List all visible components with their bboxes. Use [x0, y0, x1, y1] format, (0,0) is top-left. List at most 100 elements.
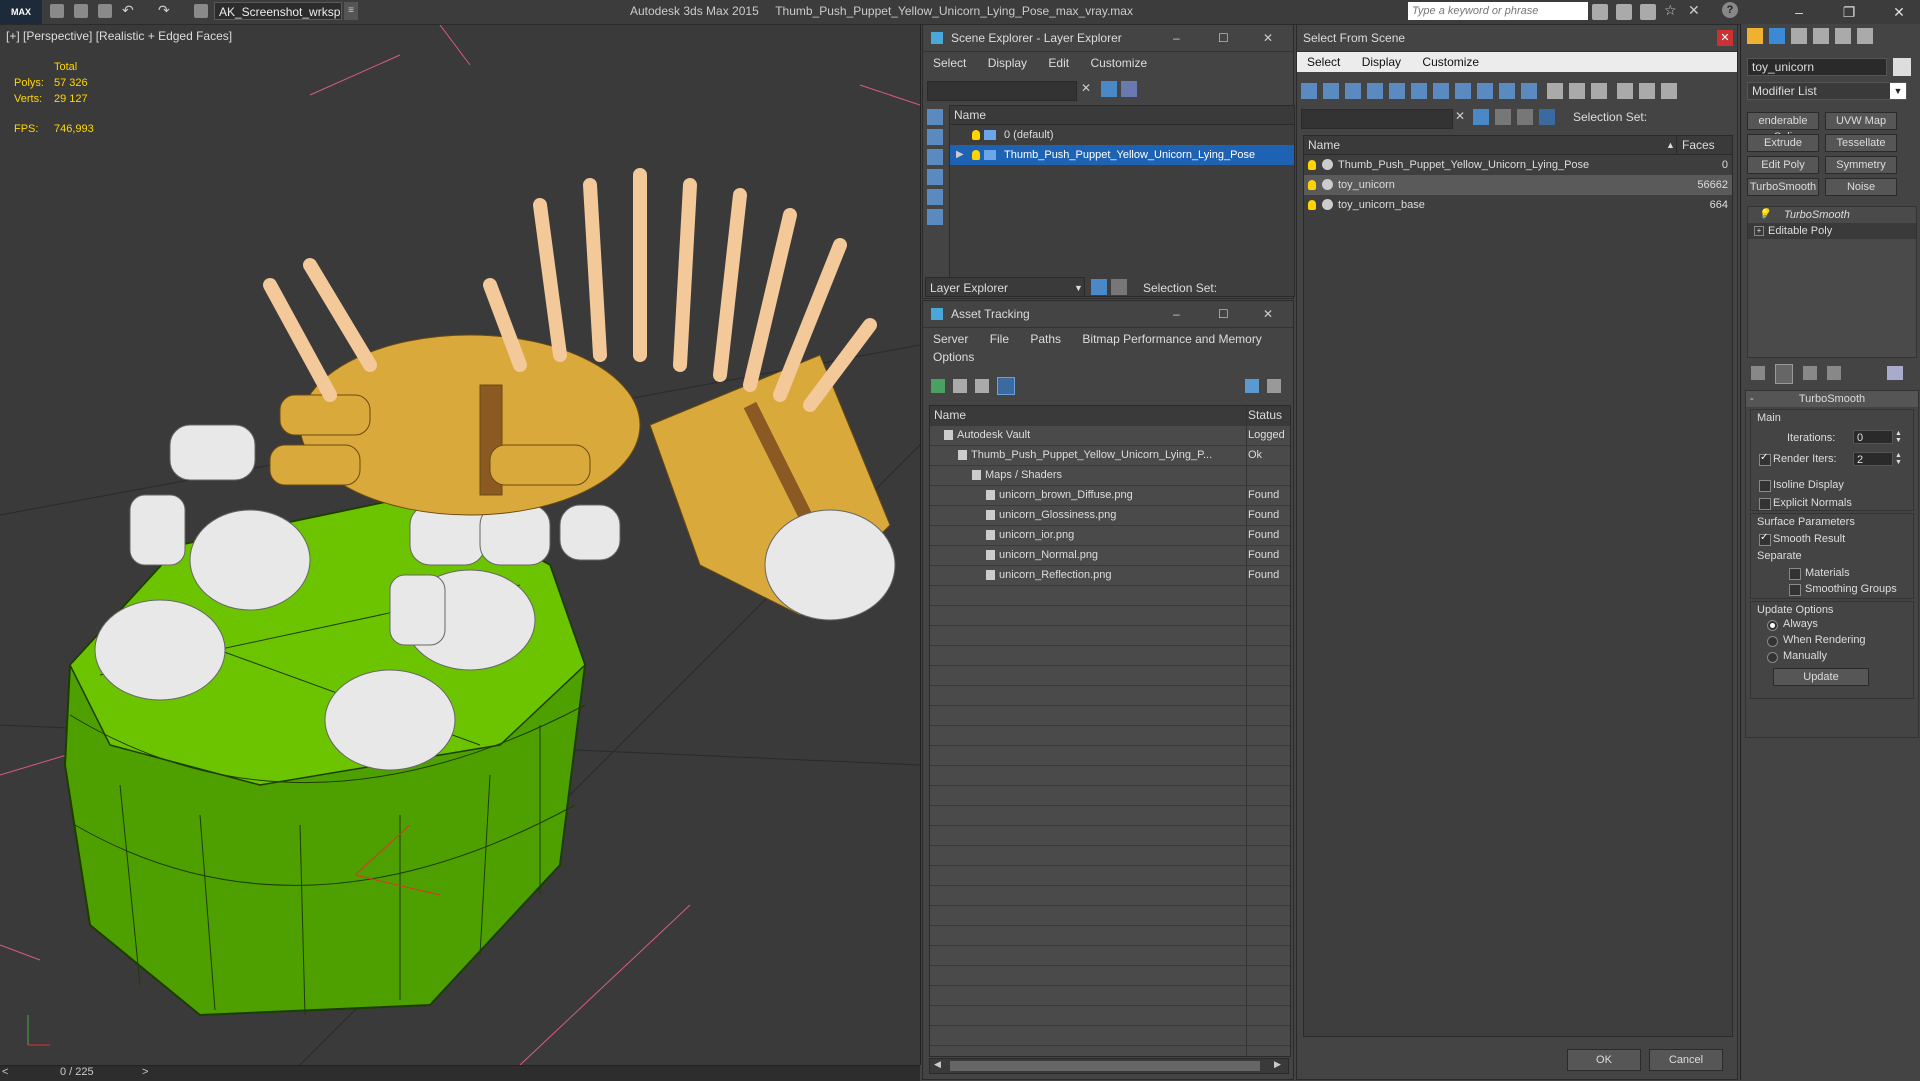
column-header-name[interactable]: Name — [950, 106, 1294, 125]
modifier-button[interactable]: TurboSmooth — [1747, 178, 1819, 196]
select-all-icon[interactable] — [1547, 83, 1563, 99]
visible-bulb-icon[interactable] — [1308, 160, 1316, 170]
spinner-arrows-icon[interactable]: ▲ ▼ — [1895, 452, 1902, 466]
display-xrefs-icon[interactable] — [1455, 83, 1471, 99]
help-icon[interactable] — [1245, 379, 1259, 393]
minimize-icon[interactable]: – — [1173, 25, 1180, 51]
list-item[interactable]: Thumb_Push_Puppet_Yellow_Unicorn_Lying_P… — [1304, 155, 1732, 175]
update-button[interactable]: Update — [1773, 668, 1869, 686]
table-view-icon[interactable] — [997, 377, 1015, 395]
menu-paths[interactable]: Paths — [1030, 332, 1061, 346]
object-name-field[interactable]: toy_unicorn — [1747, 58, 1887, 76]
table-row[interactable]: unicorn_Normal.png Found — [930, 546, 1290, 566]
scene-search-input[interactable] — [1301, 109, 1453, 129]
close-x-icon[interactable]: ✕ — [1688, 2, 1700, 19]
menu-edit[interactable]: Edit — [1048, 56, 1069, 70]
materials-checkbox[interactable] — [1789, 568, 1801, 580]
modifier-button[interactable]: Tessellate — [1825, 134, 1897, 152]
table-row[interactable]: unicorn_Reflection.png Found — [930, 566, 1290, 586]
explicit-normals-checkbox[interactable] — [1759, 498, 1771, 510]
layer-tools-icon[interactable] — [1495, 109, 1511, 125]
close-icon[interactable]: ✕ — [1263, 301, 1273, 327]
layer-on-bulb-icon[interactable] — [972, 130, 980, 140]
display-bones-icon[interactable] — [1477, 83, 1493, 99]
ok-button[interactable]: OK — [1567, 1049, 1641, 1071]
expand-arrow-icon[interactable]: ▶ — [956, 145, 964, 165]
time-next-icon[interactable]: > — [142, 1066, 148, 1078]
refresh-icon[interactable] — [931, 379, 945, 393]
column-header-faces[interactable]: Faces — [1682, 136, 1715, 154]
table-row[interactable]: Autodesk Vault Logged — [930, 426, 1290, 446]
menu-display[interactable]: Display — [988, 56, 1027, 70]
search-input[interactable]: Type a keyword or phrase — [1408, 2, 1588, 20]
filter-toggle-icon[interactable] — [1473, 109, 1489, 125]
open-file-icon[interactable] — [74, 4, 88, 18]
display-lights-icon[interactable] — [927, 169, 943, 185]
display-shapes-icon[interactable] — [1323, 83, 1339, 99]
time-prev-icon[interactable]: < — [2, 1066, 8, 1078]
collapse-icon[interactable]: - — [1750, 391, 1754, 407]
menu-file[interactable]: File — [990, 332, 1009, 346]
display-none-icon[interactable] — [927, 109, 943, 125]
menu-select[interactable]: Select — [933, 56, 966, 70]
viewport-label[interactable]: [+] [Perspective] [Realistic + Edged Fac… — [6, 29, 232, 43]
display-helpers-icon[interactable] — [927, 209, 943, 225]
list-view-icon[interactable] — [953, 379, 967, 393]
display-lights-icon[interactable] — [1345, 83, 1361, 99]
cancel-button[interactable]: Cancel — [1649, 1049, 1723, 1071]
filter-icon[interactable] — [1617, 83, 1633, 99]
minimize-icon[interactable]: – — [1173, 301, 1180, 327]
display-shapes-icon[interactable] — [927, 149, 943, 165]
column-header-name[interactable]: Name — [930, 406, 1250, 425]
display-frozen-icon[interactable] — [1521, 83, 1537, 99]
make-unique-icon[interactable] — [1803, 366, 1817, 380]
help-icon[interactable]: ? — [1722, 2, 1738, 18]
modifier-button[interactable]: Noise — [1825, 178, 1897, 196]
layer-view-icon[interactable] — [1517, 109, 1533, 125]
when-rendering-radio[interactable] — [1767, 636, 1778, 647]
visible-bulb-icon[interactable] — [1308, 200, 1316, 210]
new-file-icon[interactable] — [50, 4, 64, 18]
menu-customize[interactable]: Customize — [1090, 56, 1147, 70]
layer-row-selected[interactable]: ▶ Thumb_Push_Puppet_Yellow_Unicorn_Lying… — [950, 145, 1294, 165]
modifier-list-dropdown[interactable]: Modifier List ▼ — [1747, 82, 1907, 100]
spinner-arrows-icon[interactable]: ▲ ▼ — [1895, 430, 1902, 444]
display-containers-icon[interactable] — [1499, 83, 1515, 99]
always-radio[interactable] — [1767, 620, 1778, 631]
restore-icon[interactable]: ❐ — [1834, 2, 1864, 22]
redo-icon[interactable]: ↷ — [158, 2, 170, 19]
manually-radio[interactable] — [1767, 652, 1778, 663]
create-tab-icon[interactable] — [1747, 28, 1763, 44]
save-file-icon[interactable] — [98, 4, 112, 18]
iterations-spinner[interactable]: 0 — [1853, 430, 1893, 444]
column-header-status[interactable]: Status — [1248, 406, 1282, 425]
menu-display[interactable]: Display — [1362, 55, 1401, 69]
utilities-tab-icon[interactable] — [1857, 28, 1873, 44]
smoothing-groups-checkbox[interactable] — [1789, 584, 1801, 596]
table-row[interactable]: unicorn_ior.png Found — [930, 526, 1290, 546]
layer-on-bulb-icon[interactable] — [972, 150, 980, 160]
render-iters-spinner[interactable]: 2 — [1853, 452, 1893, 466]
list-item[interactable]: toy_unicorn_base 664 — [1304, 195, 1732, 215]
binoculars-icon[interactable] — [1592, 4, 1608, 20]
object-color-swatch[interactable] — [1893, 58, 1911, 76]
isoline-display-checkbox[interactable] — [1759, 480, 1771, 492]
sort-up-icon[interactable]: ▲ — [1666, 136, 1675, 154]
stack-item-turbosmooth[interactable]: 💡 TurboSmooth — [1748, 207, 1916, 223]
scroll-left-icon[interactable]: ◀ — [934, 1059, 941, 1070]
menu-customize[interactable]: Customize — [1422, 55, 1479, 69]
undo-icon[interactable]: ↶ — [122, 2, 134, 19]
rollout-header[interactable]: - TurboSmooth — [1746, 391, 1918, 407]
table-row[interactable]: unicorn_Glossiness.png Found — [930, 506, 1290, 526]
minimize-icon[interactable]: – — [1784, 2, 1814, 22]
thumbnail-view-icon[interactable] — [975, 379, 989, 393]
bulb-icon[interactable]: 💡 — [1758, 207, 1770, 223]
display-geometry-icon[interactable] — [927, 129, 943, 145]
sort-options-icon[interactable] — [1661, 83, 1677, 99]
hierarchy-icon[interactable] — [1111, 279, 1127, 295]
modifier-button[interactable]: enderable Spli — [1747, 112, 1819, 143]
clear-search-icon[interactable]: ✕ — [1455, 109, 1465, 123]
hierarchy-filter-icon[interactable] — [1639, 83, 1655, 99]
tools-icon[interactable] — [1616, 4, 1632, 20]
list-item[interactable]: toy_unicorn 56662 — [1304, 175, 1732, 195]
